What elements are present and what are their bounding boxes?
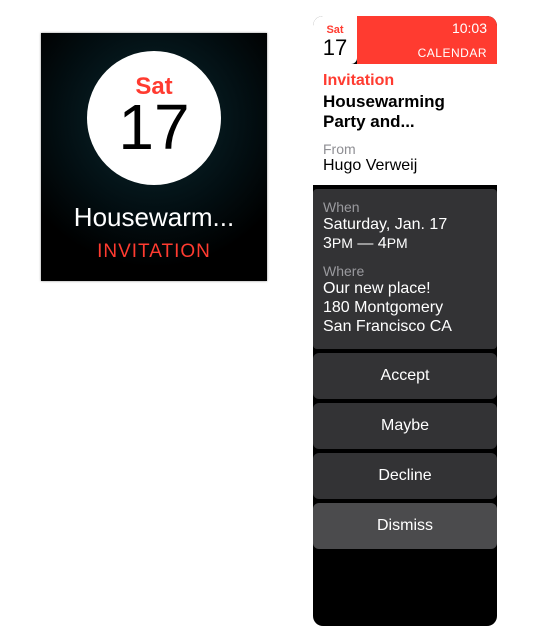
decline-button[interactable]: Decline: [313, 453, 497, 499]
detail-sections: When Saturday, Jan. 17 3PM — 4PM Where O…: [313, 189, 497, 349]
from-name: Hugo Verweij: [323, 157, 487, 175]
when-label: When: [323, 199, 487, 215]
accept-button[interactable]: Accept: [313, 353, 497, 399]
event-title: Housewarming Party and...: [323, 92, 487, 131]
when-end-hour: 4: [378, 235, 387, 252]
where-line-1: Our new place!: [323, 279, 487, 298]
glance-day-number: 17: [118, 95, 189, 159]
glance-subtitle: INVITATION: [41, 241, 267, 263]
invitation-label: Invitation: [323, 72, 487, 90]
where-label: Where: [323, 263, 487, 279]
detail-header-bar: 10:03 CALENDAR: [357, 16, 497, 64]
when-end-ampm: PM: [387, 235, 408, 251]
response-buttons: Accept Maybe Decline Dismiss: [313, 349, 497, 549]
detail-header: Sat 17 10:03 CALENDAR: [313, 16, 497, 64]
when-time: 3PM — 4PM: [323, 234, 487, 253]
where-block: Where Our new place! 180 Montgomery San …: [323, 263, 487, 337]
calendar-date-circle-icon: Sat 17: [87, 51, 221, 185]
when-start-hour: 3: [323, 235, 332, 252]
where-line-3: San Francisco CA: [323, 317, 487, 336]
glance-inner: Sat 17 Housewarm... INVITATION: [41, 33, 267, 281]
when-where-section: When Saturday, Jan. 17 3PM — 4PM Where O…: [313, 189, 497, 349]
when-date: Saturday, Jan. 17: [323, 215, 487, 234]
calendar-glance-card: Sat 17 Housewarm... INVITATION: [41, 33, 267, 281]
when-start-ampm: PM: [332, 235, 353, 251]
where-line-2: 180 Montgomery: [323, 298, 487, 317]
maybe-button[interactable]: Maybe: [313, 403, 497, 449]
date-badge-day: Sat: [326, 25, 343, 36]
from-label: From: [323, 141, 487, 157]
app-title: CALENDAR: [418, 46, 487, 60]
calendar-invitation-detail: Sat 17 10:03 CALENDAR Invitation Housewa…: [313, 16, 497, 626]
date-badge-icon: Sat 17: [313, 16, 357, 64]
glance-event-title: Housewarm...: [41, 202, 267, 233]
clock-time: 10:03: [452, 20, 487, 36]
when-sep: —: [353, 235, 378, 252]
date-badge-number: 17: [323, 37, 347, 59]
dismiss-button[interactable]: Dismiss: [313, 503, 497, 549]
event-summary-block: Invitation Housewarming Party and... Fro…: [313, 64, 497, 185]
